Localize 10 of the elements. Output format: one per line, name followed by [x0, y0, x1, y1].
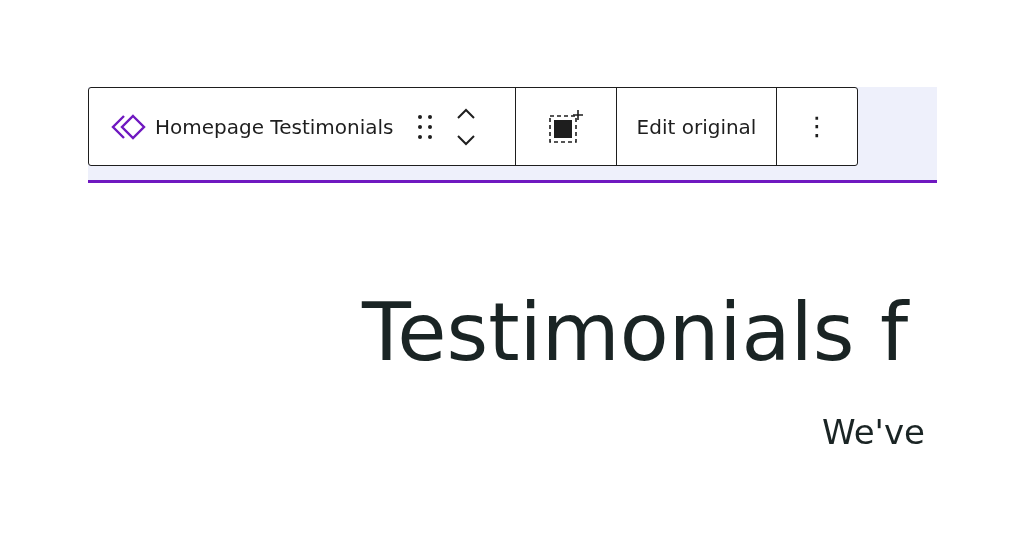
reusable-block-icon — [111, 113, 147, 140]
more-options-button[interactable]: ⋮ — [804, 107, 830, 146]
section-heading: Testimonials f — [360, 285, 911, 373]
drag-handle-icon[interactable] — [417, 114, 432, 139]
move-up-icon[interactable] — [455, 107, 476, 119]
move-down-icon[interactable] — [455, 134, 476, 146]
section-subheading: We've — [821, 411, 926, 449]
edit-original-button[interactable]: Edit original — [636, 111, 757, 142]
block-name: Homepage Testimonials — [155, 113, 394, 141]
select-parent-icon[interactable] — [548, 109, 584, 144]
